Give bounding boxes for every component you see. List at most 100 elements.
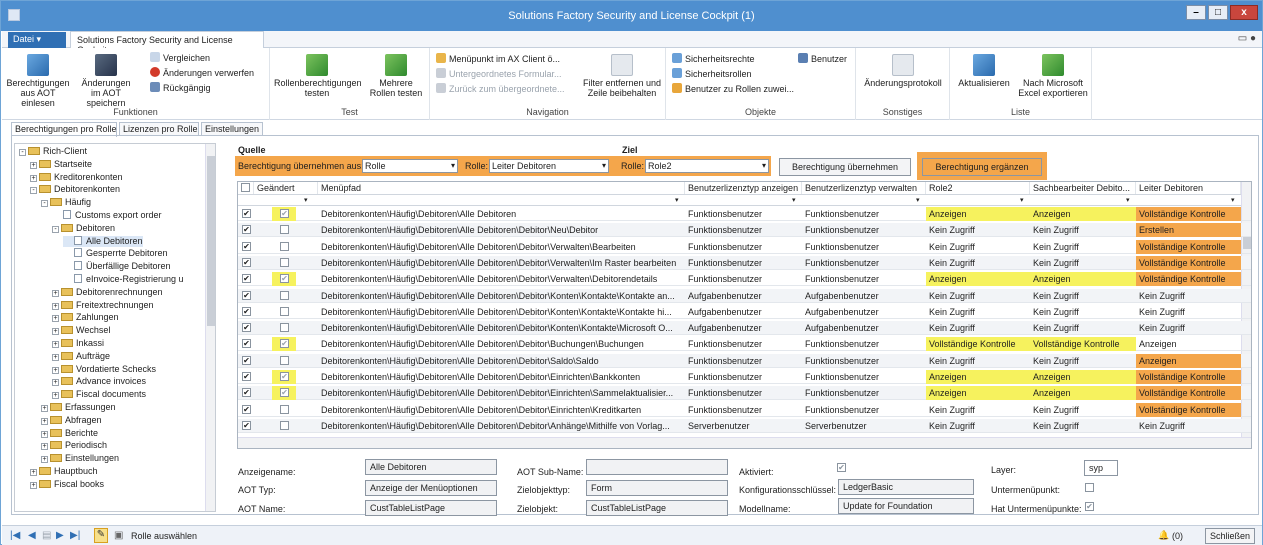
cell-path[interactable]: Debitorenkonten\Häufig\Debitoren\Alle De…	[318, 289, 685, 303]
cell-sb[interactable]: Anzeigen	[1030, 272, 1136, 287]
filter-dropdown-icon[interactable]: ▾	[675, 196, 679, 204]
cell-ld[interactable]: Vollständige Kontrolle	[1136, 370, 1241, 384]
cell-r2[interactable]: Kein Zugriff	[926, 240, 1030, 254]
cell-ld[interactable]: Anzeigen	[1136, 337, 1241, 351]
row-select-checkbox[interactable]	[242, 420, 251, 430]
cell-manage[interactable]: Funktionsbenutzer	[802, 354, 926, 368]
cell-sb[interactable]: Kein Zugriff	[1030, 321, 1136, 335]
cell-manage[interactable]: Aufgabenbenutzer	[802, 321, 926, 335]
tree-node[interactable]: + Hauptbuch	[30, 466, 98, 477]
remove-filter-button[interactable]: Filter entfernen und Zeile beibehalten	[580, 54, 664, 98]
table-row[interactable]: Debitorenkonten\Häufig\Debitoren\Alle De…	[238, 255, 1251, 270]
col-role2[interactable]: Role2	[926, 182, 1030, 194]
target-type-field[interactable]: Form	[586, 480, 728, 496]
tree-node[interactable]: Alle Debitoren	[63, 235, 143, 247]
col-changed[interactable]: Geändert	[254, 182, 318, 194]
tree-node[interactable]: - Debitoren	[52, 223, 115, 234]
table-row[interactable]: Debitorenkonten\Häufig\Debitoren\Alle De…	[238, 370, 1251, 384]
row-select-checkbox[interactable]	[242, 355, 251, 365]
tree-scroll-thumb[interactable]	[207, 156, 215, 326]
tree-node[interactable]: + Abfragen	[41, 415, 102, 426]
cell-path[interactable]: Debitorenkonten\Häufig\Debitoren\Alle De…	[318, 223, 685, 237]
changed-checkbox[interactable]	[280, 306, 289, 316]
test-role-rights-button[interactable]: Rollenberechtigungen testen	[274, 54, 362, 98]
row-select-checkbox[interactable]	[242, 209, 251, 218]
changed-checkbox[interactable]	[280, 339, 289, 349]
save-to-aot-button[interactable]: Änderungen im AOT speichern	[76, 54, 136, 108]
changed-checkbox[interactable]	[280, 404, 289, 414]
row-select-checkbox[interactable]	[242, 290, 251, 300]
cell-r2[interactable]: Anzeigen	[926, 370, 1030, 384]
cell-r2[interactable]: Kein Zugriff	[926, 223, 1030, 237]
tree-node[interactable]: + Berichte	[41, 428, 98, 439]
refresh-button[interactable]: Aktualisieren	[954, 54, 1014, 88]
compare-button[interactable]: Vergleichen	[150, 52, 210, 64]
apply-permission-button[interactable]: Berechtigung übernehmen	[779, 158, 911, 176]
expand-icon[interactable]: +	[41, 417, 48, 425]
cell-ld[interactable]: Vollständige Kontrolle	[1136, 207, 1241, 221]
collapse-icon[interactable]: -	[41, 200, 48, 208]
cell-show[interactable]: Funktionsbenutzer	[685, 403, 802, 417]
expand-icon[interactable]: +	[30, 481, 37, 489]
cell-r2[interactable]: Kein Zugriff	[926, 305, 1030, 319]
cell-show[interactable]: Funktionsbenutzer	[685, 256, 802, 270]
tree-node[interactable]: + Erfassungen	[41, 402, 116, 413]
tree-node[interactable]: + Fiscal books	[30, 479, 104, 490]
cell-r2[interactable]: Anzeigen	[926, 386, 1030, 401]
cell-ld[interactable]: Vollständige Kontrolle	[1136, 255, 1241, 270]
cell-sb[interactable]: Kein Zugriff	[1030, 419, 1136, 433]
tree-node[interactable]: - Debitorenkonten	[30, 184, 120, 195]
cell-manage[interactable]: Funktionsbenutzer	[802, 207, 926, 221]
tab-licenses-per-role[interactable]: Lizenzen pro Rolle	[119, 122, 199, 136]
tree-node[interactable]: Gesperrte Debitoren	[63, 248, 168, 259]
cell-show[interactable]: Funktionsbenutzer	[685, 354, 802, 368]
target-object-field[interactable]: CustTableListPage	[586, 500, 728, 516]
tree-node[interactable]: Customs export order	[52, 210, 162, 221]
attachment-icon[interactable]: ▣	[114, 530, 123, 541]
cell-sb[interactable]: Anzeigen	[1030, 207, 1136, 221]
close-form-button[interactable]: Schließen	[1205, 528, 1255, 544]
test-multiple-roles-button[interactable]: Mehrere Rollen testen	[366, 54, 426, 98]
col-leiter[interactable]: Leiter Debitoren	[1136, 182, 1241, 194]
cell-path[interactable]: Debitorenkonten\Häufig\Debitoren\Alle De…	[318, 321, 685, 335]
cell-manage[interactable]: Funktionsbenutzer	[802, 370, 926, 384]
changed-checkbox[interactable]	[280, 323, 289, 333]
cell-r2[interactable]: Anzeigen	[926, 207, 1030, 221]
expand-icon[interactable]: +	[41, 430, 48, 438]
cell-manage[interactable]: Funktionsbenutzer	[802, 337, 926, 351]
cell-path[interactable]: Debitorenkonten\Häufig\Debitoren\Alle De…	[318, 354, 685, 368]
changed-checkbox[interactable]	[280, 372, 289, 381]
cell-sb[interactable]: Anzeigen	[1030, 386, 1136, 401]
security-roles-button[interactable]: Sicherheitsrollen	[672, 68, 752, 80]
aot-type-field[interactable]: Anzeige der Menüoptionen	[365, 480, 497, 496]
cell-show[interactable]: Aufgabenbenutzer	[685, 289, 802, 303]
cell-ld[interactable]: Erstellen	[1136, 223, 1241, 238]
cell-manage[interactable]: Aufgabenbenutzer	[802, 305, 926, 319]
cell-r2[interactable]: Kein Zugriff	[926, 403, 1030, 417]
table-row[interactable]: Debitorenkonten\Häufig\Debitoren\Alle De…	[238, 207, 1251, 221]
table-row[interactable]: Debitorenkonten\Häufig\Debitoren\Alle De…	[238, 272, 1251, 287]
ribbon-tab-cockpit[interactable]: Solutions Factory Security and License C…	[70, 31, 264, 55]
close-button[interactable]: x	[1230, 5, 1258, 20]
supplement-permission-button[interactable]: Berechtigung ergänzen	[922, 158, 1042, 176]
cell-path[interactable]: Debitorenkonten\Häufig\Debitoren\Alle De…	[318, 256, 685, 270]
cell-r2[interactable]: Kein Zugriff	[926, 289, 1030, 303]
load-from-aot-button[interactable]: Berechtigungen aus AOT einlesen	[4, 54, 72, 108]
cell-show[interactable]: Aufgabenbenutzer	[685, 305, 802, 319]
filter-dropdown-icon[interactable]: ▾	[1231, 196, 1235, 204]
changed-checkbox[interactable]	[280, 274, 289, 284]
target-role-select[interactable]: Role2 ▾	[645, 159, 769, 173]
table-row[interactable]: Debitorenkonten\Häufig\Debitoren\Alle De…	[238, 337, 1251, 352]
menu-tree[interactable]: - Rich-Client + Startseite + Kreditorenkonten…	[14, 143, 216, 512]
expand-icon[interactable]: +	[52, 392, 59, 400]
cell-sb[interactable]: Anzeigen	[1030, 370, 1136, 384]
tree-scrollbar[interactable]	[205, 144, 215, 511]
collapse-icon[interactable]: -	[52, 225, 59, 233]
cell-manage[interactable]: Funktionsbenutzer	[802, 272, 926, 286]
tree-node[interactable]: + Startseite	[30, 159, 92, 170]
first-record-icon[interactable]: |◀	[10, 530, 20, 541]
last-record-icon[interactable]: ▶|	[70, 530, 80, 541]
display-name-field[interactable]: Alle Debitoren	[365, 459, 497, 475]
expand-icon[interactable]: +	[30, 161, 37, 169]
tree-node[interactable]: + Debitorenrechnungen	[52, 287, 163, 298]
